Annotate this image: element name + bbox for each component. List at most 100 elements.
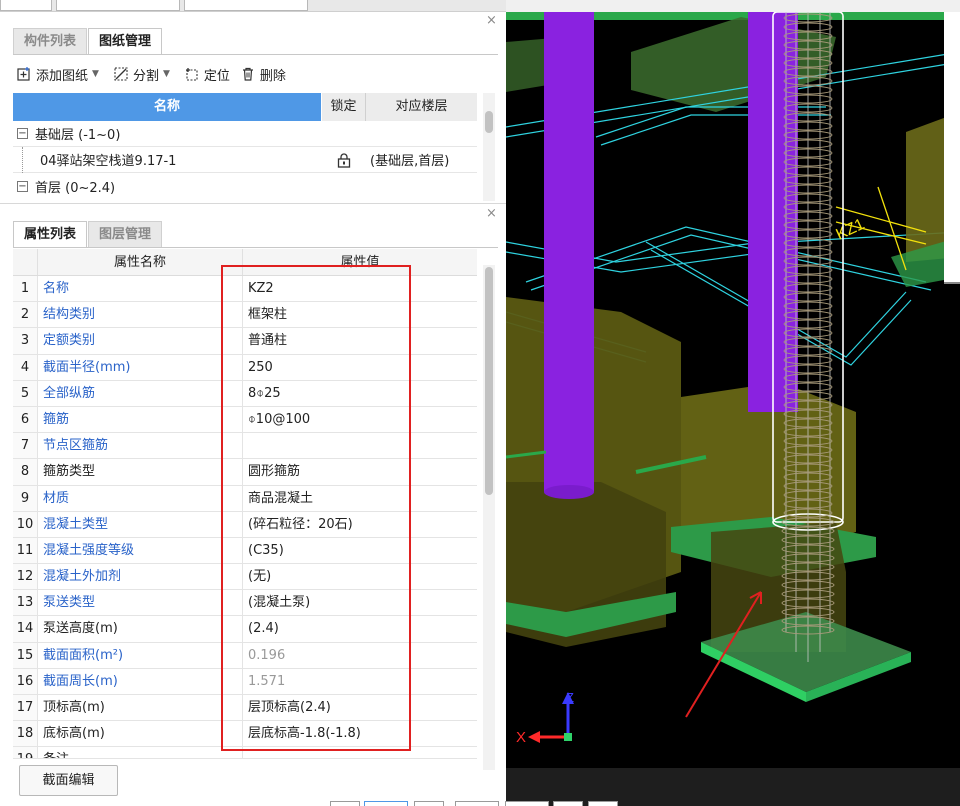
dialog-shadow — [944, 282, 960, 284]
tree-group-row[interactable]: − 首层 (0~2.4) — [13, 173, 477, 199]
close-icon[interactable]: × — [486, 14, 497, 27]
tab-drawing-management[interactable]: 图纸管理 — [88, 28, 163, 54]
property-name: 截面面积(m²) — [38, 642, 243, 668]
drawing-row[interactable]: 04驿站架空栈道9.17-1 (基础层,首层) — [13, 146, 477, 173]
drawing-toolbar: 添加图纸 ▼ 分割 ▼ 定位 删除 — [13, 62, 289, 86]
drawing-scrollbar-track — [483, 93, 495, 201]
highlight-annotation-box — [221, 265, 411, 751]
collapse-icon[interactable]: − — [17, 180, 28, 192]
toolbar-dropdown-2[interactable] — [56, 0, 180, 11]
property-name: 箍筋类型 — [38, 459, 243, 485]
row-index: 6 — [13, 406, 38, 433]
section-edit-button[interactable]: 截面编辑 — [19, 765, 118, 796]
drawing-table: 名称 锁定 对应楼层 − 基础层 (-1~0) 04驿站架空栈道9.17-1 (… — [13, 93, 477, 199]
app-window: × 构件列表 图纸管理 添加图纸 ▼ 分割 ▼ 定位 删除 名称 锁定 对应楼层… — [0, 0, 960, 806]
header-name[interactable]: 名称 — [13, 93, 322, 121]
property-name: 节点区箍筋 — [38, 433, 243, 459]
drawing-name: 04驿站架空栈道9.17-1 — [40, 154, 177, 169]
add-drawing-label: 添加图纸 — [36, 68, 89, 84]
locate-label: 定位 — [203, 68, 230, 84]
header-index — [13, 249, 38, 275]
row-index: 3 — [13, 328, 38, 354]
header-lock[interactable]: 锁定 — [322, 93, 366, 121]
bottom-tab[interactable] — [505, 801, 549, 806]
tab-divider — [13, 54, 498, 55]
tab-layer-management[interactable]: 图层管理 — [88, 221, 163, 247]
tree-group-row[interactable]: − 基础层 (-1~0) — [13, 121, 477, 147]
lock-cell[interactable] — [322, 152, 366, 168]
left-panel: × 构件列表 图纸管理 添加图纸 ▼ 分割 ▼ 定位 删除 名称 锁定 对应楼层… — [0, 12, 506, 806]
tab-divider — [13, 247, 498, 248]
property-name: 底标高(m) — [38, 721, 243, 747]
group-label: 基础层 (-1~0) — [35, 128, 121, 143]
floating-dialog-edge[interactable] — [944, 12, 960, 282]
3d-viewport[interactable]: KZ1 Z X — [506, 12, 960, 806]
tab-property-list[interactable]: 属性列表 — [13, 221, 88, 247]
property-name: 截面周长(m) — [38, 668, 243, 694]
tab-component-list[interactable]: 构件列表 — [13, 28, 88, 54]
property-name: 混凝土外加剂 — [38, 564, 243, 590]
delete-label: 删除 — [259, 68, 286, 84]
split-button[interactable]: 分割 ▼ — [110, 63, 177, 85]
tree-connector — [22, 146, 40, 173]
row-index: 14 — [13, 616, 38, 642]
row-index: 5 — [13, 380, 38, 406]
property-name: 名称 — [38, 276, 243, 302]
top-toolbar-strip — [0, 0, 506, 12]
panel-divider — [0, 203, 506, 204]
property-scrollbar[interactable] — [485, 267, 493, 495]
axis-x-label: X — [516, 729, 526, 746]
column-base — [544, 485, 594, 499]
bottom-tab[interactable] — [364, 801, 408, 806]
split-label: 分割 — [132, 68, 159, 84]
close-icon[interactable]: × — [486, 207, 497, 220]
toolbar-dropdown-1[interactable] — [0, 0, 52, 11]
row-index: 18 — [13, 721, 38, 747]
lock-icon — [337, 152, 351, 168]
row-index: 4 — [13, 354, 38, 380]
trash-icon — [242, 67, 253, 81]
group-label: 首层 (0~2.4) — [35, 180, 116, 196]
property-name: 混凝土强度等级 — [38, 537, 243, 564]
3d-scene: KZ1 Z X — [506, 12, 960, 746]
property-name: 顶标高(m) — [38, 695, 243, 721]
collapse-icon[interactable]: − — [17, 128, 28, 139]
chevron-down-icon[interactable]: ▼ — [163, 69, 170, 79]
delete-button[interactable]: 删除 — [237, 63, 289, 85]
property-name: 泵送类型 — [38, 590, 243, 616]
row-index: 16 — [13, 668, 38, 694]
row-index: 8 — [13, 459, 38, 485]
row-index: 13 — [13, 590, 38, 616]
row-index: 17 — [13, 695, 38, 721]
header-floor[interactable]: 对应楼层 — [366, 93, 477, 121]
property-name: 泵送高度(m) — [38, 616, 243, 642]
row-index: 19 — [13, 747, 38, 759]
row-index: 1 — [13, 276, 38, 302]
property-name: 材质 — [38, 485, 243, 511]
add-drawing-button[interactable]: 添加图纸 ▼ — [13, 63, 106, 85]
property-name: 定额类别 — [38, 328, 243, 354]
bottom-tab[interactable] — [553, 801, 583, 806]
bottom-tab[interactable] — [414, 801, 444, 806]
bottom-tab[interactable] — [455, 801, 499, 806]
bottom-tab[interactable] — [588, 801, 618, 806]
properties-tabs: 属性列表 图层管理 — [13, 221, 163, 247]
locate-icon — [185, 68, 198, 81]
chevron-down-icon[interactable]: ▼ — [92, 69, 99, 79]
property-name: 备注 — [38, 747, 243, 759]
property-name: 截面半径(mm) — [38, 354, 243, 380]
row-index: 10 — [13, 511, 38, 537]
row-index: 11 — [13, 537, 38, 564]
purple-column-left — [544, 12, 594, 492]
property-name: 全部纵筋 — [38, 380, 243, 406]
row-index: 15 — [13, 642, 38, 668]
locate-button[interactable]: 定位 — [181, 63, 233, 85]
property-name: 箍筋 — [38, 406, 243, 433]
header-property-name[interactable]: 属性名称 — [38, 249, 243, 275]
toolbar-dropdown-3[interactable] — [184, 0, 308, 11]
row-index: 7 — [13, 433, 38, 459]
bottom-tab[interactable] — [330, 801, 360, 806]
property-name: 结构类别 — [38, 302, 243, 328]
axis-z-label: Z — [566, 690, 574, 705]
drawing-scrollbar[interactable] — [485, 111, 493, 133]
